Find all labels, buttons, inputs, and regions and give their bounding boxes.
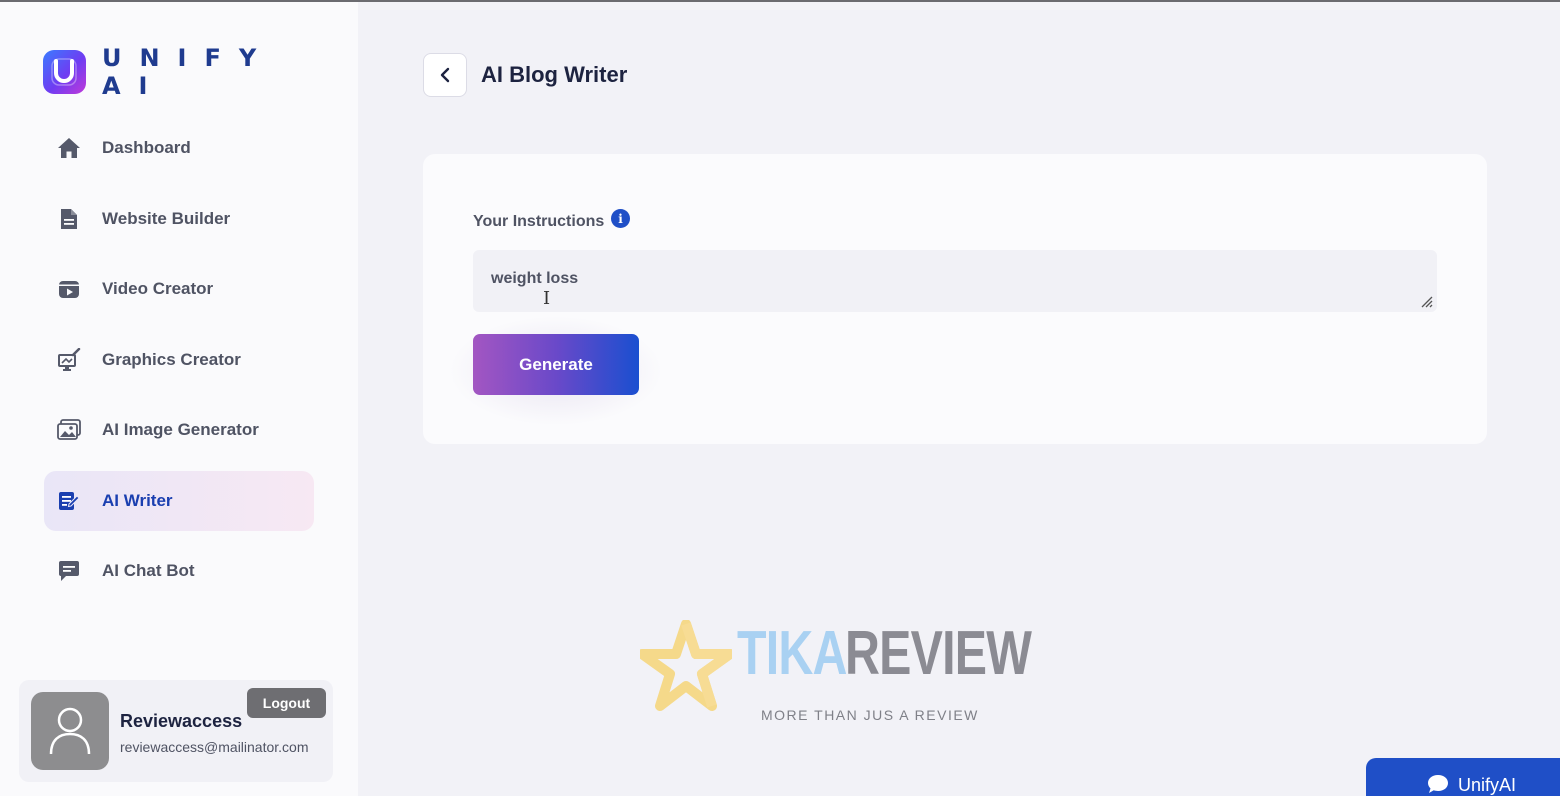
sidebar-item-graphics-creator[interactable]: Graphics Creator xyxy=(44,330,314,390)
text-cursor-icon: I xyxy=(543,288,551,309)
home-icon xyxy=(56,135,82,161)
writer-icon xyxy=(56,488,82,514)
sidebar-nav: Dashboard Website Builder Video Creator … xyxy=(44,118,314,612)
image-icon xyxy=(56,417,82,443)
info-icon[interactable]: i xyxy=(611,209,630,228)
user-profile-card: Reviewaccess reviewaccess@mailinator.com… xyxy=(19,680,333,782)
watermark-word-2: REVIEW xyxy=(845,619,1032,688)
sidebar-item-label: Video Creator xyxy=(102,279,214,298)
watermark-tagline: MORE THAN JUS A REVIEW xyxy=(761,707,979,723)
sidebar-item-dashboard[interactable]: Dashboard xyxy=(44,118,314,178)
generate-button[interactable]: Generate xyxy=(473,334,639,395)
sidebar-item-website-builder[interactable]: Website Builder xyxy=(44,189,314,249)
chat-widget-label: UnifyAI xyxy=(1458,775,1517,795)
video-icon xyxy=(56,276,82,302)
sidebar-item-label: AI Chat Bot xyxy=(102,561,195,580)
sidebar-item-ai-writer[interactable]: AI Writer xyxy=(44,470,314,531)
sidebar-item-label: AI Writer xyxy=(102,490,173,510)
unify-logo-icon xyxy=(43,50,86,94)
instructions-input[interactable] xyxy=(473,250,1437,312)
user-name: Reviewaccess xyxy=(120,711,243,731)
chat-icon xyxy=(56,558,82,584)
avatar[interactable] xyxy=(31,692,109,770)
document-icon xyxy=(56,206,82,232)
user-email: reviewaccess@mailinator.com xyxy=(120,739,309,755)
chevron-left-icon xyxy=(440,67,450,83)
brand-logo[interactable]: UNIFY AI xyxy=(43,44,358,100)
watermark: TIKA REVIEW MORE THAN JUS A REVIEW xyxy=(640,618,1032,728)
instructions-card: Your Instructions i I Generate xyxy=(423,154,1487,444)
chat-widget-button[interactable]: UnifyAI xyxy=(1366,758,1560,796)
instructions-label: Your Instructions xyxy=(473,213,605,230)
resize-handle-icon[interactable] xyxy=(1419,294,1433,308)
sidebar-item-label: AI Image Generator xyxy=(102,420,259,439)
watermark-word-1: TIKA xyxy=(737,619,847,688)
sidebar-item-video-creator[interactable]: Video Creator xyxy=(44,259,314,319)
graphics-icon xyxy=(56,347,82,373)
sidebar-item-label: Website Builder xyxy=(102,208,231,228)
back-button[interactable] xyxy=(423,53,467,97)
sidebar-item-ai-image-generator[interactable]: AI Image Generator xyxy=(44,400,314,460)
sidebar: UNIFY AI Dashboard Website Builder Video… xyxy=(0,2,358,796)
star-icon xyxy=(640,620,732,711)
logout-button[interactable]: Logout xyxy=(247,688,326,718)
sidebar-item-label: Graphics Creator xyxy=(102,349,241,369)
page-title: AI Blog Writer xyxy=(481,62,628,87)
brand-name: UNIFY AI xyxy=(101,44,275,100)
sidebar-item-label: Dashboard xyxy=(102,138,191,157)
user-avatar-icon xyxy=(49,707,91,755)
chat-bubble-icon xyxy=(1428,775,1448,793)
sidebar-item-ai-chat-bot[interactable]: AI Chat Bot xyxy=(44,541,314,601)
